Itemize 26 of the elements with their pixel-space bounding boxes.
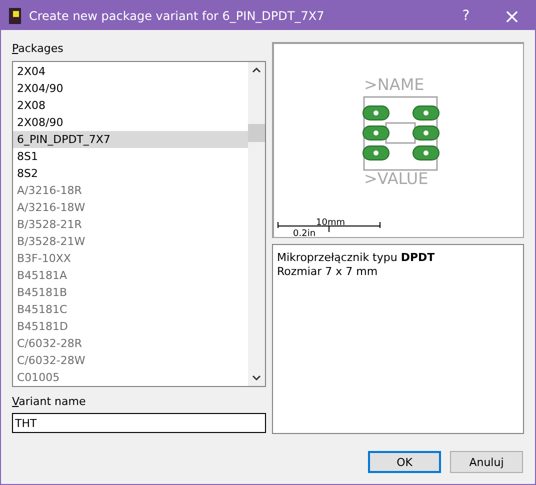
variant-name-field[interactable]: THT: [12, 413, 266, 433]
package-item[interactable]: 8S2: [13, 165, 248, 182]
cancel-button[interactable]: Anuluj: [450, 451, 523, 473]
chip-icon: [9, 8, 21, 24]
scrollbar-thumb[interactable]: [248, 124, 265, 142]
help-button[interactable]: ?: [443, 1, 489, 30]
value-placeholder-text: >VALUE: [364, 169, 428, 188]
package-item[interactable]: 2X04/90: [13, 80, 248, 97]
ok-button[interactable]: OK: [368, 451, 441, 473]
description-text: Mikroprzełącznik typu DPDT: [277, 251, 436, 265]
packages-label: Packages: [12, 42, 64, 57]
scrollbar[interactable]: [248, 62, 265, 386]
package-item[interactable]: 6_PIN_DPDT_7X7: [13, 131, 248, 148]
close-button[interactable]: ×: [489, 1, 535, 30]
scale-mm-label: 10mm: [316, 218, 345, 228]
package-item[interactable]: 2X08/90: [13, 114, 248, 131]
scroll-down-icon[interactable]: [252, 375, 261, 381]
package-item[interactable]: 2X08: [13, 97, 248, 114]
package-item[interactable]: 2X04: [13, 63, 248, 80]
scroll-up-icon[interactable]: [252, 67, 261, 73]
description-text: Rozmiar 7 x 7 mm: [277, 265, 379, 279]
scale-inch-label: 0.2in: [293, 229, 316, 238]
variant-name-label: Variant name: [12, 395, 87, 410]
window-title: Create new package variant for 6_PIN_DPDT_7X7: [29, 8, 326, 22]
name-placeholder-text: >NAME: [364, 75, 424, 94]
package-item[interactable]: 8S1: [13, 148, 248, 165]
